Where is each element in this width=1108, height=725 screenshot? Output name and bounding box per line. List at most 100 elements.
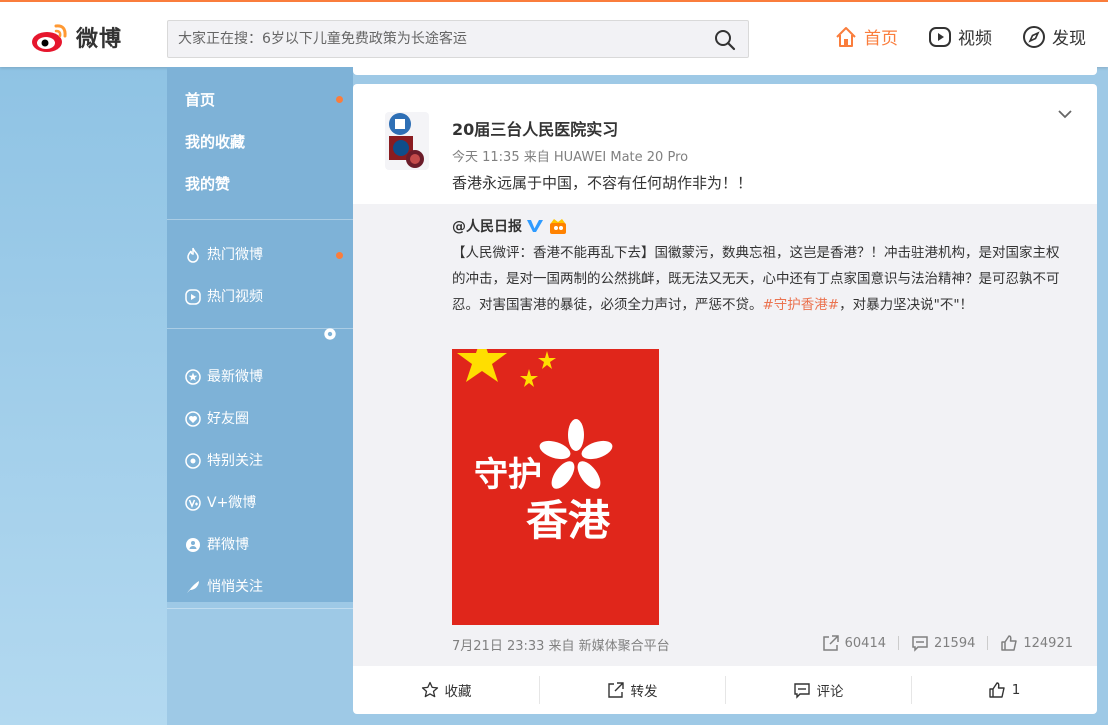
unread-dot <box>336 252 343 259</box>
feed-card: 20届三台人民医院实习 今天 11:35 来自 HUAWEI Mate 20 P… <box>353 84 1097 714</box>
sidebar-item-vplus[interactable]: V+微博 <box>167 482 353 524</box>
nav-video-label: 视频 <box>958 29 992 49</box>
sidebar-item-label: 热门微博 <box>207 247 263 263</box>
repost-user[interactable]: @人民日报 <box>452 216 568 236</box>
comment-count[interactable]: 21594 <box>911 634 975 652</box>
sidebar-item-label: 我的赞 <box>185 175 231 193</box>
repost-count[interactable]: 60414 <box>822 634 886 652</box>
favorite-button[interactable]: 收藏 <box>353 676 539 704</box>
weibo-logo[interactable]: 微博 <box>30 20 122 54</box>
comment-button[interactable]: 评论 <box>725 676 911 704</box>
nav-home[interactable]: 首页 <box>834 24 898 49</box>
repost-label: 转发 <box>630 684 658 700</box>
star-circle-icon <box>185 369 201 385</box>
weibo-eye-icon <box>32 24 67 52</box>
avatar[interactable] <box>385 112 429 170</box>
sidebar-item-label: 首页 <box>185 91 216 109</box>
repost-user-name: @人民日报 <box>452 219 522 235</box>
favorite-label: 收藏 <box>444 684 472 700</box>
sidebar-item-label: V+微博 <box>207 495 257 511</box>
heart-circle-icon <box>185 411 201 427</box>
v-plus-icon <box>185 495 201 511</box>
sidebar-item-label: 最新微博 <box>207 369 263 385</box>
search-input[interactable] <box>178 21 698 57</box>
image-caption-2: 香港 <box>526 496 611 545</box>
sidebar-item-friends[interactable]: 好友圈 <box>167 398 353 440</box>
sidebar-item-secret-follow[interactable]: 悄悄关注 <box>167 566 353 608</box>
repost-count-value: 60414 <box>844 635 886 651</box>
nav-discover[interactable]: 发现 <box>1022 24 1086 49</box>
gear-icon[interactable] <box>323 327 337 341</box>
sidebar-item-label: 悄悄关注 <box>207 579 263 595</box>
sidebar-item-label: 群微博 <box>207 537 249 553</box>
like-count[interactable]: 124921 <box>1000 634 1073 652</box>
sidebar-item-label: 热门视频 <box>207 289 263 305</box>
thumbs-up-icon <box>989 682 1005 698</box>
search-icon[interactable] <box>714 29 736 51</box>
thumbs-up-icon <box>1001 635 1018 651</box>
nav-video[interactable]: 视频 <box>928 24 992 49</box>
sidebar-item-latest[interactable]: 最新微博 <box>167 356 353 398</box>
sidebar-hot-section: 热门微博 热门视频 <box>167 220 353 318</box>
page-background-left <box>0 67 167 725</box>
play-circle-icon <box>185 289 201 305</box>
sidebar-item-label: 我的收藏 <box>185 133 246 151</box>
sidebar-item-hot-video[interactable]: 热门视频 <box>167 276 353 318</box>
sidebar-item-hot-weibo[interactable]: 热门微博 <box>167 234 353 276</box>
share-icon <box>607 682 624 698</box>
feather-icon <box>185 579 201 595</box>
post-text: 香港永远属于中国，不容有任何胡作非为！！ <box>452 174 753 192</box>
repost-text-end: ，对暴力坚决说"不"！ <box>839 297 974 313</box>
search-box <box>167 20 749 58</box>
sidebar-item-label: 特别关注 <box>207 453 263 469</box>
stat-divider <box>898 636 899 650</box>
unread-dot <box>336 96 343 103</box>
comment-label: 评论 <box>816 684 844 700</box>
nav-home-label: 首页 <box>864 29 898 49</box>
logo-text: 微博 <box>76 26 123 52</box>
comment-icon <box>793 683 810 699</box>
sidebar-item-special[interactable]: 特别关注 <box>167 440 353 482</box>
share-icon <box>822 635 839 651</box>
left-sidebar: 首页 我的收藏 我的赞 热门微博 热门视频 最新微博 好友圈 特别关注 V+微博… <box>167 67 353 609</box>
eye-circle-icon <box>185 453 201 469</box>
sidebar-item-group[interactable]: 群微博 <box>167 524 353 566</box>
video-icon <box>929 26 951 47</box>
sidebar-item-home[interactable]: 首页 <box>167 87 353 129</box>
compass-icon <box>1023 25 1045 48</box>
flame-icon <box>185 247 201 263</box>
home-icon <box>836 26 856 47</box>
like-label: 1 <box>1011 682 1021 698</box>
chevron-down-icon[interactable] <box>1057 106 1073 122</box>
repost-text: 【人民微评：香港不能再乱下去】国徽蒙污，数典忘祖，这岂是香港？！冲击驻港机构，是… <box>452 240 1072 318</box>
reposted-content: @人民日报 【人民微评：香港不能再乱下去】国徽蒙污，数典忘祖，这岂是香港？！冲击… <box>353 204 1097 666</box>
hashtag-link[interactable]: #守护香港# <box>763 297 840 313</box>
stat-divider <box>987 636 989 650</box>
nav-discover-label: 发现 <box>1052 29 1086 49</box>
sidebar-main-section: 首页 我的收藏 我的赞 <box>167 67 353 219</box>
top-navigation-bar: 微博 首页 视频 发现 <box>0 0 1108 67</box>
post-image[interactable]: 守护 香港 <box>452 349 659 625</box>
comment-count-value: 21594 <box>934 635 976 651</box>
comment-icon <box>912 636 928 652</box>
like-count-value: 124921 <box>1023 635 1073 651</box>
previous-card-edge <box>353 67 1097 75</box>
post-author[interactable]: 20届三台人民医院实习 <box>452 116 618 140</box>
repost-footer: 7月21日 23:33 来自 新媒体聚合平台 <box>452 639 670 654</box>
repost-button[interactable]: 转发 <box>539 676 725 704</box>
star-icon <box>421 681 438 698</box>
sidebar-groups-section: 最新微博 好友圈 特别关注 V+微博 群微博 悄悄关注 <box>167 342 353 608</box>
repost-stats: 60414 21594 124921 <box>822 634 1073 652</box>
sidebar-divider-2 <box>167 328 353 342</box>
sidebar-item-favorites[interactable]: 我的收藏 <box>167 129 353 171</box>
sidebar-divider-bottom <box>167 608 353 609</box>
verified-badge-icon <box>527 220 543 232</box>
main-nav: 首页 视频 发现 <box>834 24 1086 49</box>
vip-crown-icon <box>550 219 566 234</box>
sidebar-item-likes[interactable]: 我的赞 <box>167 171 353 213</box>
post-action-bar: 收藏 转发 评论 1 <box>353 666 1097 714</box>
sidebar-item-label: 好友圈 <box>207 411 249 427</box>
post-meta: 今天 11:35 来自 HUAWEI Mate 20 Pro <box>452 150 689 165</box>
like-button[interactable]: 1 <box>911 676 1097 704</box>
group-icon <box>185 537 201 553</box>
